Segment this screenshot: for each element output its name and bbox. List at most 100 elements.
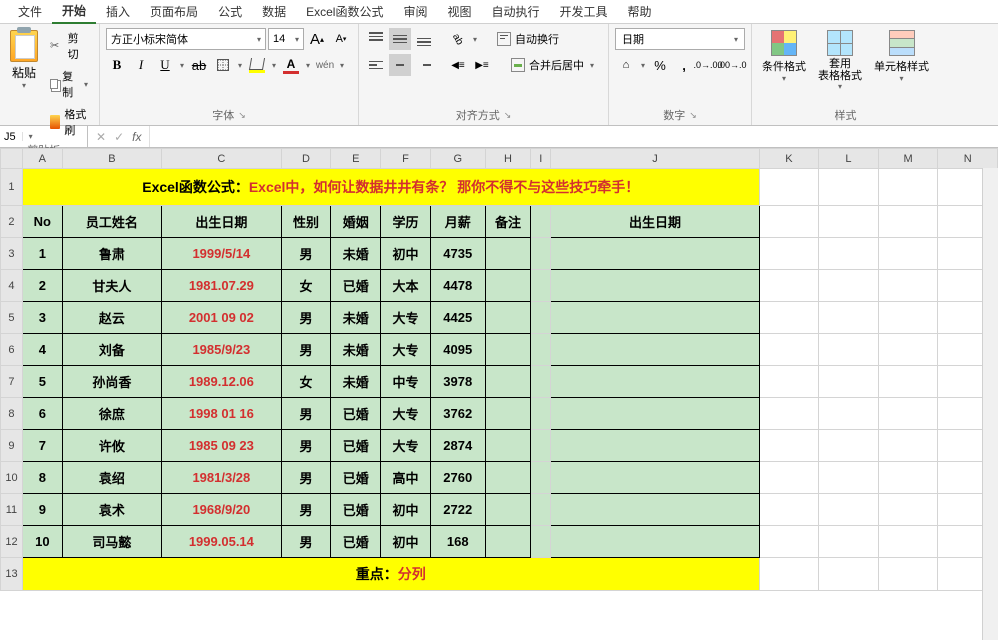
- cell[interactable]: [531, 494, 551, 526]
- cell[interactable]: [531, 462, 551, 494]
- orientation-button[interactable]: ab: [447, 28, 469, 50]
- cell[interactable]: [878, 398, 938, 430]
- data-cell[interactable]: 7: [22, 430, 62, 462]
- data-cell[interactable]: 徐庶: [62, 398, 161, 430]
- data-cell[interactable]: 男: [281, 430, 331, 462]
- copy-button[interactable]: 复制▾: [46, 66, 93, 102]
- menu-item-3[interactable]: 页面布局: [140, 0, 208, 23]
- column-header[interactable]: J: [551, 149, 759, 169]
- cell[interactable]: [819, 526, 879, 558]
- cell[interactable]: [531, 238, 551, 270]
- data-cell[interactable]: 孙尚香: [62, 366, 161, 398]
- copy-dropdown-icon[interactable]: ▾: [83, 80, 89, 89]
- cell[interactable]: [878, 302, 938, 334]
- row-header[interactable]: 9: [1, 430, 23, 462]
- underline-dropdown-icon[interactable]: ▾: [178, 61, 186, 70]
- grid-table[interactable]: ABCDEFGHIJKLMN 1Excel函数公式：Excel中，如何让数据井井…: [0, 148, 998, 591]
- cell[interactable]: [819, 334, 879, 366]
- row-header[interactable]: 4: [1, 270, 23, 302]
- data-cell[interactable]: 4425: [430, 302, 485, 334]
- table-header-cell[interactable]: 员工姓名: [62, 206, 161, 238]
- column-header[interactable]: G: [430, 149, 485, 169]
- cell[interactable]: [531, 206, 551, 238]
- align-bottom-button[interactable]: [413, 28, 435, 50]
- column-header[interactable]: M: [878, 149, 938, 169]
- data-cell[interactable]: 1999/5/14: [162, 238, 282, 270]
- cell[interactable]: [819, 366, 879, 398]
- table-header-cell[interactable]: No: [22, 206, 62, 238]
- select-all-corner[interactable]: [1, 149, 23, 169]
- cell[interactable]: [759, 558, 819, 591]
- data-cell[interactable]: 男: [281, 334, 331, 366]
- cell[interactable]: [531, 430, 551, 462]
- accounting-dropdown-icon[interactable]: ▾: [639, 61, 647, 70]
- data-cell[interactable]: 1985/9/23: [162, 334, 282, 366]
- table-header-cell[interactable]: 出生日期: [162, 206, 282, 238]
- align-launcher-icon[interactable]: ↘: [504, 110, 512, 121]
- data-cell[interactable]: 已婚: [331, 526, 381, 558]
- footer-cell[interactable]: 重点：分列: [22, 558, 759, 591]
- font-name-select[interactable]: 方正小标宋简体▾: [106, 28, 266, 50]
- data-cell[interactable]: 男: [281, 526, 331, 558]
- menu-item-11[interactable]: 帮助: [618, 0, 662, 23]
- row-header[interactable]: 10: [1, 462, 23, 494]
- row-header[interactable]: 5: [1, 302, 23, 334]
- data-cell[interactable]: 4095: [430, 334, 485, 366]
- data-cell[interactable]: 男: [281, 494, 331, 526]
- italic-button[interactable]: I: [130, 54, 152, 76]
- cell[interactable]: [819, 238, 879, 270]
- data-cell[interactable]: [551, 302, 759, 334]
- cell[interactable]: [819, 462, 879, 494]
- border-button[interactable]: [212, 54, 234, 76]
- paste-button[interactable]: 粘贴 ▾: [6, 28, 42, 140]
- wrap-text-button[interactable]: 自动换行: [491, 29, 565, 49]
- menu-item-10[interactable]: 开发工具: [550, 0, 618, 23]
- data-cell[interactable]: 已婚: [331, 494, 381, 526]
- cell[interactable]: [531, 334, 551, 366]
- data-cell[interactable]: 司马懿: [62, 526, 161, 558]
- data-cell[interactable]: 168: [430, 526, 485, 558]
- data-cell[interactable]: 4478: [430, 270, 485, 302]
- cell[interactable]: [878, 334, 938, 366]
- decrease-decimal-button[interactable]: .00→.0: [721, 54, 743, 76]
- font-launcher-icon[interactable]: ↘: [238, 110, 246, 121]
- font-color-button[interactable]: A: [280, 54, 302, 76]
- fill-dropdown-icon[interactable]: ▾: [270, 61, 278, 70]
- data-cell[interactable]: 大本: [381, 270, 431, 302]
- data-cell[interactable]: 4735: [430, 238, 485, 270]
- cell[interactable]: [531, 270, 551, 302]
- cell[interactable]: [759, 334, 819, 366]
- data-cell[interactable]: 2874: [430, 430, 485, 462]
- data-cell[interactable]: 1981/3/28: [162, 462, 282, 494]
- column-header[interactable]: A: [22, 149, 62, 169]
- cell[interactable]: [531, 398, 551, 430]
- data-cell[interactable]: [551, 462, 759, 494]
- number-format-select[interactable]: 日期▾: [615, 28, 745, 50]
- name-box[interactable]: J5▾: [0, 126, 88, 147]
- cell[interactable]: [759, 270, 819, 302]
- orientation-dropdown-icon[interactable]: ▾: [471, 35, 479, 44]
- data-cell[interactable]: 大专: [381, 302, 431, 334]
- data-cell[interactable]: 许攸: [62, 430, 161, 462]
- data-cell[interactable]: [551, 494, 759, 526]
- cell[interactable]: [759, 526, 819, 558]
- phonetic-dropdown-icon[interactable]: ▾: [338, 61, 346, 70]
- data-cell[interactable]: 6: [22, 398, 62, 430]
- cell[interactable]: [878, 462, 938, 494]
- data-cell[interactable]: [551, 334, 759, 366]
- paste-dropdown-icon[interactable]: ▾: [20, 81, 28, 90]
- cell[interactable]: [759, 169, 819, 206]
- cut-button[interactable]: ✂剪切: [46, 28, 93, 64]
- data-cell[interactable]: [551, 238, 759, 270]
- data-cell[interactable]: 未婚: [331, 302, 381, 334]
- cell[interactable]: [878, 430, 938, 462]
- cell[interactable]: [819, 494, 879, 526]
- data-cell[interactable]: [485, 494, 531, 526]
- column-header[interactable]: N: [938, 149, 998, 169]
- align-top-button[interactable]: [365, 28, 387, 50]
- data-cell[interactable]: [485, 430, 531, 462]
- data-cell[interactable]: 已婚: [331, 462, 381, 494]
- data-cell[interactable]: 初中: [381, 238, 431, 270]
- cell[interactable]: [759, 430, 819, 462]
- data-cell[interactable]: 鲁肃: [62, 238, 161, 270]
